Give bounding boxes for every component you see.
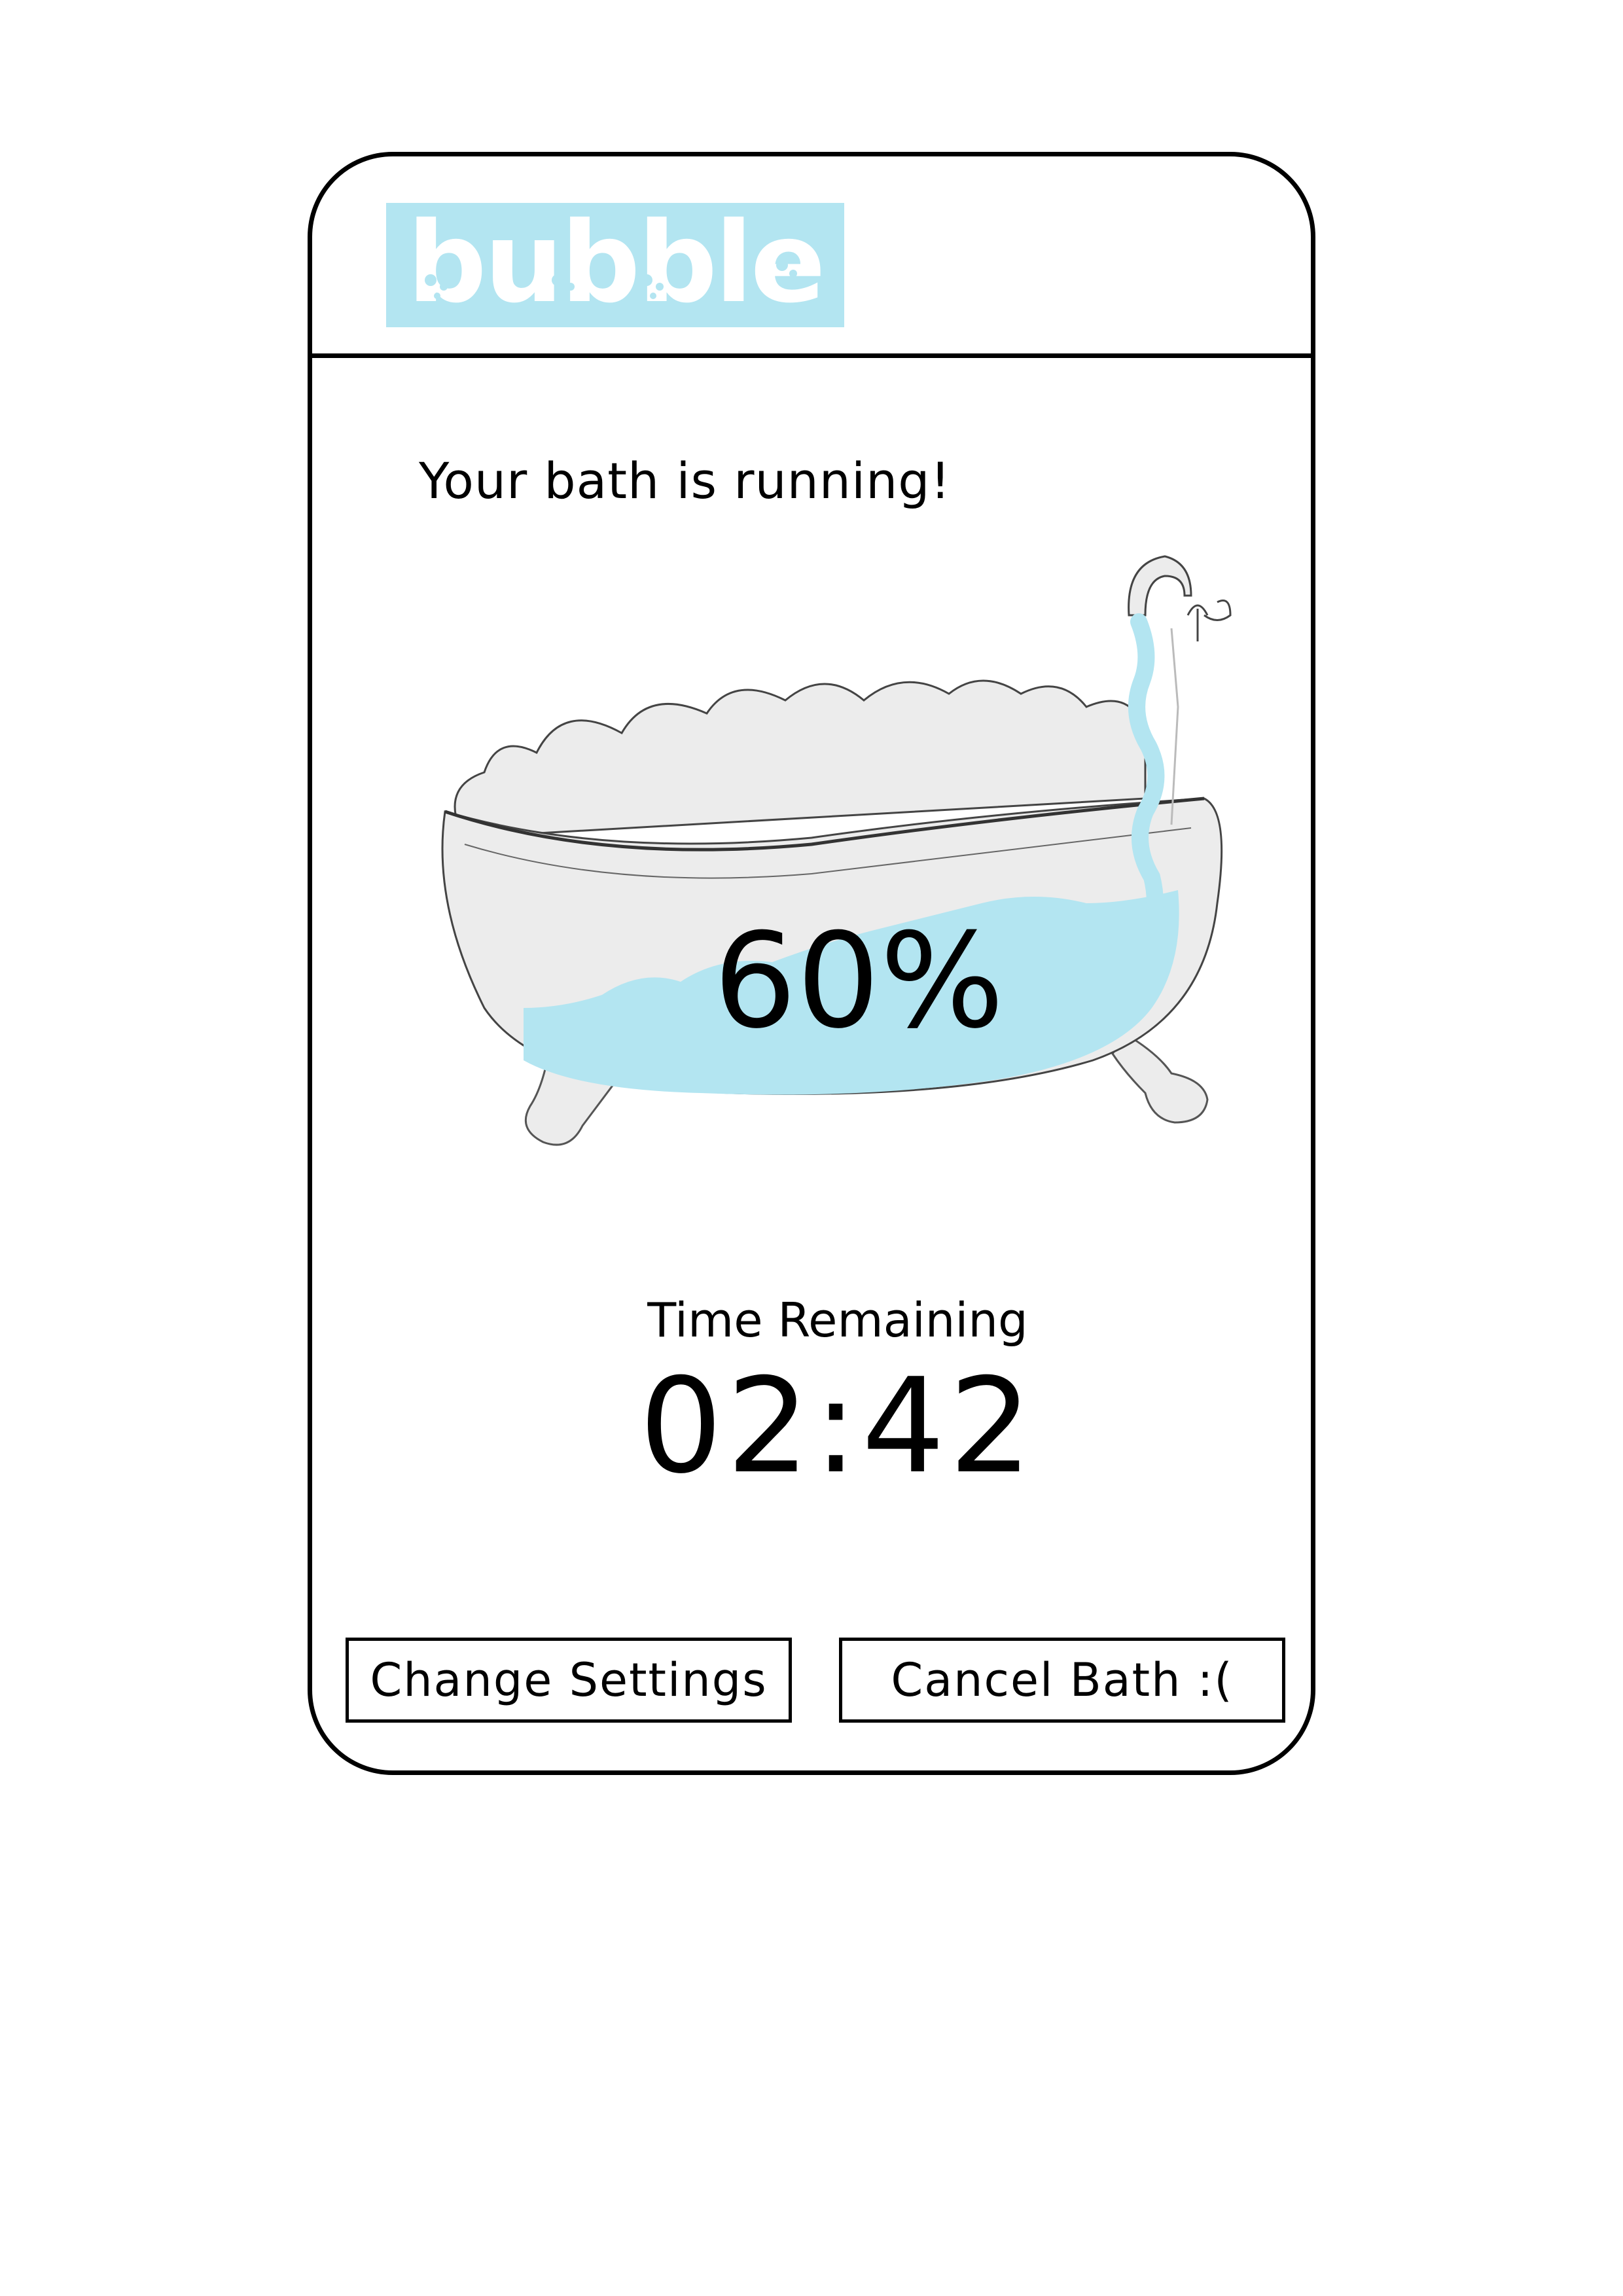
cancel-bath-button[interactable]: Cancel Bath :( [839, 1638, 1285, 1723]
header-divider [308, 353, 1315, 358]
status-message: Your bath is running! [419, 452, 951, 510]
logo-graphic: bubble [407, 203, 826, 327]
logo-wordmark: bubble [407, 203, 823, 327]
tub-foot-right [1111, 1032, 1209, 1124]
faucet-post [1170, 628, 1179, 825]
bathtub-icon [441, 555, 1232, 1146]
time-remaining-label: Time Remaining [647, 1293, 1028, 1348]
fill-percentage: 60% [713, 905, 1005, 1058]
faucet-handle [1186, 600, 1232, 641]
change-settings-button[interactable]: Change Settings [346, 1638, 792, 1723]
faucet-spout [1128, 555, 1192, 617]
time-remaining-value: 02:42 [639, 1350, 1037, 1503]
bathtub-illustration [406, 537, 1257, 1230]
bubble-logo: bubble [386, 203, 844, 327]
